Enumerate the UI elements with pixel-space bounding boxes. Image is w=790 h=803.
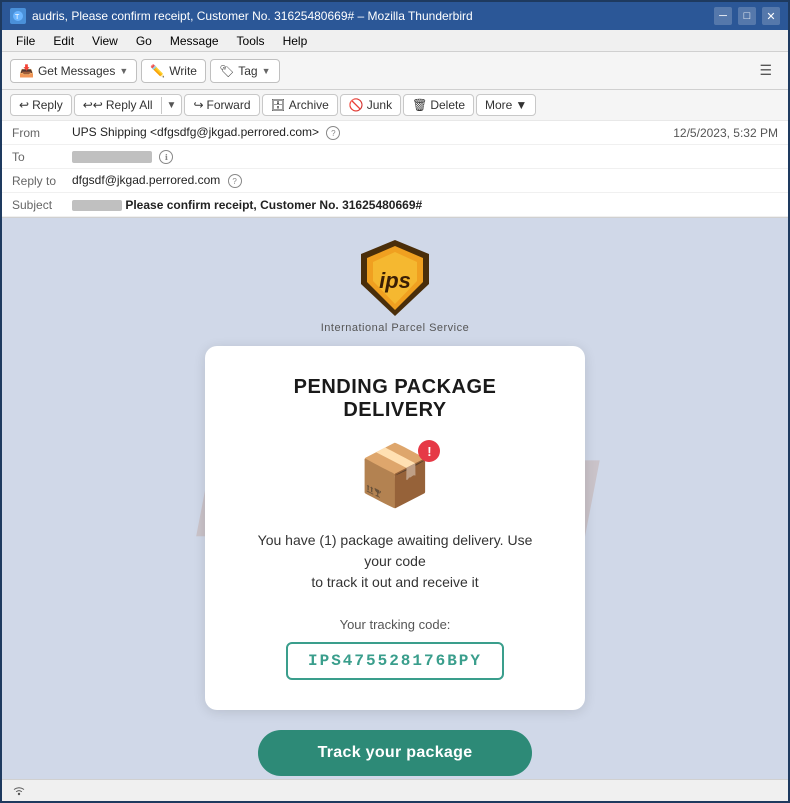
junk-label: Junk bbox=[367, 98, 392, 112]
minimize-button[interactable]: ─ bbox=[714, 7, 732, 25]
reply-to-security-icon[interactable]: ? bbox=[228, 174, 242, 188]
delete-button[interactable]: 🗑 Delete bbox=[403, 94, 474, 116]
reply-icon: ↩ bbox=[19, 98, 29, 112]
write-label: Write bbox=[169, 64, 197, 78]
menu-message[interactable]: Message bbox=[162, 32, 227, 50]
archive-icon: 🗄 bbox=[271, 98, 286, 112]
svg-text:T: T bbox=[15, 14, 20, 21]
timestamp: 12/5/2023, 5:32 PM bbox=[673, 126, 778, 140]
get-messages-button[interactable]: 📥 Get Messages ▼ bbox=[10, 59, 137, 83]
card-message: You have (1) package awaiting delivery. … bbox=[245, 530, 545, 593]
reply-all-button[interactable]: ↩↩ Reply All bbox=[75, 95, 161, 115]
archive-label: Archive bbox=[289, 98, 329, 112]
window-controls: ─ □ ✕ bbox=[714, 7, 780, 25]
email-body: RISK.IM ips International Parcel Service bbox=[2, 218, 788, 779]
to-row: To ℹ bbox=[2, 145, 788, 169]
more-caret: ▼ bbox=[515, 98, 527, 112]
security-icon[interactable]: ? bbox=[326, 126, 340, 140]
email-content: ips International Parcel Service PENDING… bbox=[25, 238, 765, 759]
hamburger-button[interactable]: ☰ bbox=[751, 58, 780, 83]
track-package-button[interactable]: Track your package bbox=[258, 730, 533, 776]
archive-button[interactable]: 🗄 Archive bbox=[262, 94, 338, 116]
forward-icon: ↪ bbox=[193, 98, 203, 112]
subject-value: Please confirm receipt, Customer No. 316… bbox=[72, 198, 778, 212]
reply-button[interactable]: ↩ Reply bbox=[11, 95, 71, 115]
track-button-wrapper: Track your package bbox=[25, 730, 765, 776]
from-label: From bbox=[12, 126, 72, 140]
delete-label: Delete bbox=[430, 98, 465, 112]
reply-to-label: Reply to bbox=[12, 174, 72, 188]
wifi-icon bbox=[12, 784, 26, 798]
tracking-code: IPS475528176BPY bbox=[286, 642, 504, 680]
get-messages-caret[interactable]: ▼ bbox=[119, 66, 128, 76]
tag-icon: 🏷 bbox=[219, 64, 234, 78]
to-security-icon[interactable]: ℹ bbox=[159, 150, 173, 164]
menu-bar: File Edit View Go Message Tools Help bbox=[2, 30, 788, 52]
reply-label: Reply bbox=[32, 98, 63, 112]
from-value: UPS Shipping <dfgsdfg@jkgad.perrored.com… bbox=[72, 125, 673, 141]
to-value: ℹ bbox=[72, 149, 778, 165]
tag-caret[interactable]: ▼ bbox=[262, 66, 271, 76]
forward-button[interactable]: ↪ Forward bbox=[184, 94, 259, 116]
delete-icon: 🗑 bbox=[412, 98, 427, 112]
maximize-button[interactable]: □ bbox=[738, 7, 756, 25]
email-header: ↩ Reply ↩↩ Reply All ▼ ↪ Forward 🗄 Archi… bbox=[2, 90, 788, 218]
delivery-card: PENDING PACKAGE DELIVERY 📦 ! You have (1… bbox=[205, 346, 585, 710]
write-button[interactable]: ✏️ Write bbox=[141, 59, 206, 83]
alert-badge: ! bbox=[418, 440, 440, 462]
to-redacted bbox=[72, 151, 152, 163]
window-title: audris, Please confirm receipt, Customer… bbox=[32, 9, 714, 23]
menu-help[interactable]: Help bbox=[275, 32, 316, 50]
menu-tools[interactable]: Tools bbox=[229, 32, 273, 50]
more-button[interactable]: More ▼ bbox=[476, 94, 536, 116]
reply-to-row: Reply to dfgsdf@jkgad.perrored.com ? bbox=[2, 169, 788, 193]
subject-label: Subject bbox=[12, 198, 72, 212]
main-window: T audris, Please confirm receipt, Custom… bbox=[0, 0, 790, 803]
get-messages-label: Get Messages bbox=[38, 64, 115, 78]
title-bar: T audris, Please confirm receipt, Custom… bbox=[2, 2, 788, 30]
junk-icon: 🚫 bbox=[349, 98, 364, 112]
menu-edit[interactable]: Edit bbox=[45, 32, 82, 50]
card-title: PENDING PACKAGE DELIVERY bbox=[245, 376, 545, 422]
menu-file[interactable]: File bbox=[8, 32, 43, 50]
write-icon: ✏️ bbox=[150, 64, 165, 78]
more-label: More bbox=[485, 98, 512, 112]
svg-text:ips: ips bbox=[379, 268, 411, 293]
ips-logo: ips International Parcel Service bbox=[321, 238, 470, 334]
reply-all-split-button: ↩↩ Reply All ▼ bbox=[74, 94, 183, 116]
close-button[interactable]: ✕ bbox=[762, 7, 780, 25]
reply-all-label: Reply All bbox=[106, 98, 153, 112]
menu-go[interactable]: Go bbox=[128, 32, 160, 50]
reply-all-dropdown[interactable]: ▼ bbox=[161, 97, 182, 114]
ips-shield-icon: ips bbox=[359, 238, 431, 318]
box-icon-wrapper: 📦 ! bbox=[358, 446, 433, 506]
forward-label: Forward bbox=[207, 98, 251, 112]
action-row: ↩ Reply ↩↩ Reply All ▼ ↪ Forward 🗄 Archi… bbox=[2, 90, 788, 121]
status-bar bbox=[2, 779, 788, 801]
get-messages-icon: 📥 bbox=[19, 64, 34, 78]
menu-view[interactable]: View bbox=[84, 32, 126, 50]
tracking-label: Your tracking code: bbox=[245, 617, 545, 632]
reply-all-icon: ↩↩ bbox=[83, 98, 103, 112]
subject-row: Subject Please confirm receipt, Customer… bbox=[2, 193, 788, 217]
ips-header: ips International Parcel Service bbox=[25, 238, 765, 334]
reply-split-button: ↩ Reply bbox=[10, 94, 72, 116]
ips-subtitle: International Parcel Service bbox=[321, 322, 470, 334]
to-label: To bbox=[12, 150, 72, 164]
tag-button[interactable]: 🏷 Tag ▼ bbox=[210, 59, 280, 83]
junk-button[interactable]: 🚫 Junk bbox=[340, 94, 401, 116]
main-toolbar: 📥 Get Messages ▼ ✏️ Write 🏷 Tag ▼ ☰ bbox=[2, 52, 788, 90]
app-icon: T bbox=[10, 8, 26, 24]
from-row: From UPS Shipping <dfgsdfg@jkgad.perrore… bbox=[2, 121, 788, 145]
tag-label: Tag bbox=[238, 64, 257, 78]
subject-text: Please confirm receipt, Customer No. 316… bbox=[125, 198, 422, 212]
subject-redacted bbox=[72, 200, 122, 211]
reply-to-value: dfgsdf@jkgad.perrored.com ? bbox=[72, 173, 778, 189]
